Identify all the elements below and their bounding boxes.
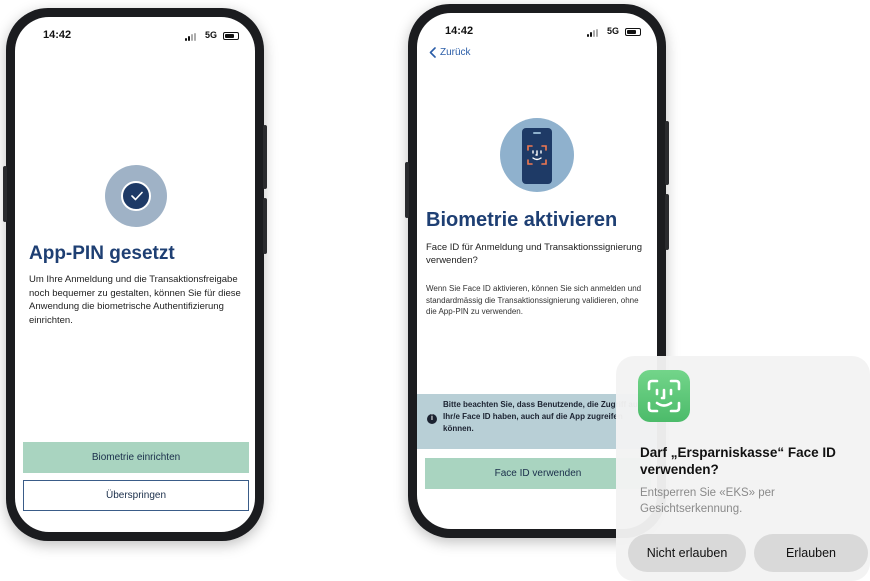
- status-time: 14:42: [445, 25, 474, 37]
- skip-button[interactable]: Überspringen: [23, 480, 249, 511]
- status-time: 14:42: [43, 29, 72, 41]
- phone-side-button: [263, 125, 267, 189]
- face-id-icon: [638, 370, 690, 422]
- back-button[interactable]: Zurück: [429, 47, 471, 58]
- allow-button[interactable]: Erlauben: [754, 534, 868, 572]
- network-label: 5G: [204, 30, 217, 40]
- chevron-left-icon: [429, 47, 436, 58]
- stage: 14:42 5G App-PIN gesetzt Um Ihre Anmeldu…: [0, 0, 870, 581]
- back-label: Zurück: [440, 47, 471, 58]
- phone-app-pin: 14:42 5G App-PIN gesetzt Um Ihre Anmeldu…: [3, 8, 267, 541]
- dialog-title: Darf „Ersparniskasse“ Face ID verwenden?: [640, 445, 836, 477]
- phone-side-button: [405, 162, 409, 218]
- deny-button[interactable]: Nicht erlauben: [628, 534, 746, 572]
- signal-icon: [587, 29, 599, 37]
- phone-side-button: [665, 194, 669, 250]
- face-id-permission-dialog: Darf „Ersparniskasse“ Face ID verwenden?…: [616, 356, 870, 581]
- page-title: Biometrie aktivieren: [426, 209, 618, 231]
- phone-side-button: [3, 166, 7, 222]
- biometrics-illustration: [500, 118, 574, 192]
- info-icon: i: [427, 414, 437, 424]
- question-text: Face ID für Anmeldung und Transaktionssi…: [426, 242, 642, 266]
- screen: 14:42 5G App-PIN gesetzt Um Ihre Anmeldu…: [15, 17, 255, 532]
- description-text: Wenn Sie Face ID aktivieren, können Sie …: [426, 284, 642, 316]
- status-bar: 14:42 5G: [417, 23, 657, 43]
- page-title: App-PIN gesetzt: [29, 243, 175, 264]
- battery-icon: [625, 28, 641, 36]
- battery-icon: [223, 32, 239, 40]
- phone-side-button: [665, 121, 669, 185]
- signal-icon: [185, 33, 197, 41]
- network-label: 5G: [606, 26, 619, 36]
- phone-side-button: [263, 198, 267, 254]
- face-id-icon: [522, 128, 552, 184]
- success-badge: [105, 165, 167, 227]
- dialog-message: Entsperren Sie «EKS» per Gesichtserkennu…: [640, 487, 775, 515]
- description-text: Um Ihre Anmeldung und die Transaktionsfr…: [29, 274, 241, 326]
- checkmark-icon: [121, 181, 151, 211]
- status-bar: 14:42 5G: [15, 27, 255, 47]
- setup-biometrics-button[interactable]: Biometrie einrichten: [23, 442, 249, 473]
